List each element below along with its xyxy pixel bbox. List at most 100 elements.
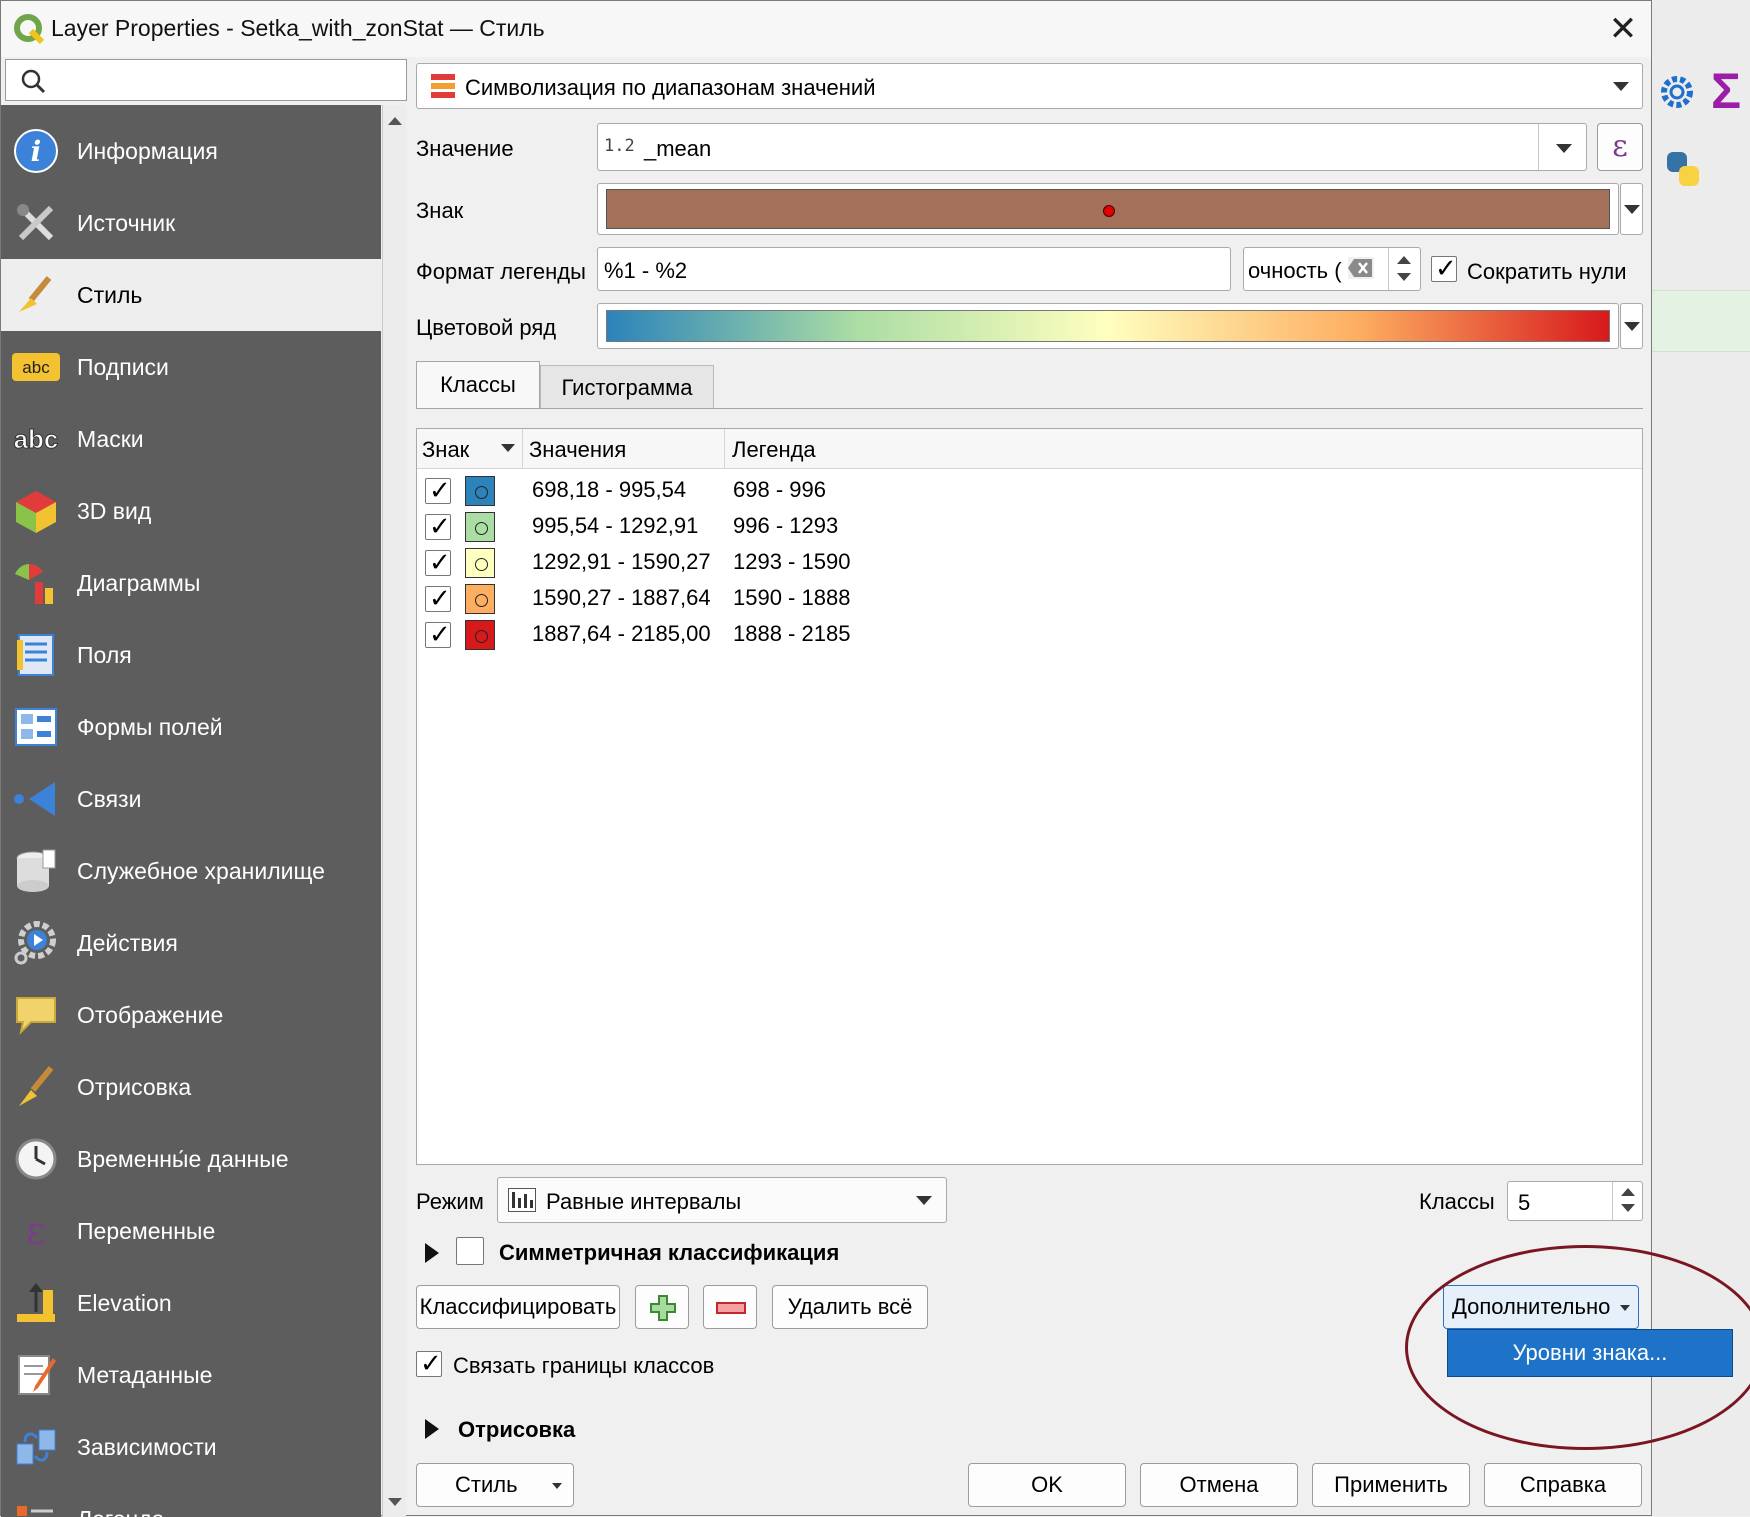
symbol-button[interactable] xyxy=(597,183,1619,235)
sidebar-item-label: Действия xyxy=(77,930,178,957)
table-row[interactable]: 698,18 - 995,54 698 - 996 xyxy=(417,473,1642,509)
class-values-cell[interactable]: 1590,27 - 1887,64 xyxy=(532,585,711,611)
scroll-down-icon[interactable] xyxy=(388,1498,402,1506)
rendering-section-label[interactable]: Отрисовка xyxy=(458,1417,575,1443)
sidebar-item-legend[interactable]: Легенда xyxy=(1,1483,381,1517)
sidebar-item-elevation[interactable]: Elevation xyxy=(1,1267,381,1339)
column-header-symbol[interactable]: Знак xyxy=(422,437,469,463)
class-values-cell[interactable]: 995,54 - 1292,91 xyxy=(532,513,698,539)
precision-spinbox[interactable]: очность ( xyxy=(1243,247,1421,291)
add-class-button[interactable] xyxy=(635,1285,689,1329)
sidebar-item-3d-view[interactable]: 3D вид xyxy=(1,475,381,547)
class-legend-cell[interactable]: 996 - 1293 xyxy=(733,513,838,539)
symbol-color-swatch xyxy=(606,189,1610,229)
class-symbol-swatch[interactable] xyxy=(465,548,495,578)
class-visibility-checkbox[interactable] xyxy=(425,514,451,540)
ok-button[interactable]: OK xyxy=(968,1463,1126,1507)
link-class-bounds-checkbox[interactable] xyxy=(416,1351,442,1377)
renderer-type-combo[interactable]: Символизация по диапазонам значений xyxy=(416,63,1643,109)
title-bar: Layer Properties - Setka_with_zonStat — … xyxy=(1,1,1651,57)
legend-format-input[interactable]: %1 - %2 xyxy=(597,247,1231,291)
style-menu-button[interactable]: Стиль xyxy=(416,1463,574,1507)
sidebar-item-diagrams[interactable]: Диаграммы xyxy=(1,547,381,619)
point-marker-icon xyxy=(475,486,488,499)
close-icon[interactable]: ✕ xyxy=(1603,9,1643,49)
sidebar-item-dependencies[interactable]: Зависимости xyxy=(1,1411,381,1483)
expression-button[interactable]: ε xyxy=(1597,123,1643,171)
symmetric-classification-checkbox[interactable] xyxy=(456,1237,484,1265)
expand-arrow-icon[interactable] xyxy=(425,1419,439,1439)
clear-field-icon[interactable] xyxy=(1348,257,1374,279)
metadata-icon xyxy=(11,1350,61,1400)
class-visibility-checkbox[interactable] xyxy=(425,586,451,612)
trim-zeros-checkbox[interactable] xyxy=(1431,256,1457,282)
sidebar-item-actions[interactable]: Действия xyxy=(1,907,381,979)
sigma-icon[interactable]: Σ xyxy=(1711,62,1741,120)
symbol-menu-button[interactable] xyxy=(1620,183,1643,235)
class-visibility-checkbox[interactable] xyxy=(425,478,451,504)
python-icon[interactable] xyxy=(1661,148,1705,192)
table-row[interactable]: 1590,27 - 1887,64 1590 - 1888 xyxy=(417,581,1642,617)
column-header-values[interactable]: Значения xyxy=(529,437,626,463)
class-symbol-swatch[interactable] xyxy=(465,584,495,614)
gear-icon[interactable] xyxy=(1655,70,1699,114)
delete-all-button[interactable]: Удалить всё xyxy=(772,1285,928,1329)
class-values-cell[interactable]: 698,18 - 995,54 xyxy=(532,477,686,503)
spin-down-icon[interactable] xyxy=(1397,273,1411,281)
sidebar-item-label: Источник xyxy=(77,210,175,237)
tab-classes[interactable]: Классы xyxy=(416,361,540,409)
class-legend-cell[interactable]: 1590 - 1888 xyxy=(733,585,850,611)
sidebar-item-display[interactable]: Отображение xyxy=(1,979,381,1051)
class-symbol-swatch[interactable] xyxy=(465,620,495,650)
sidebar-item-labels[interactable]: abc Подписи xyxy=(1,331,381,403)
sidebar-item-fields[interactable]: Поля xyxy=(1,619,381,691)
class-values-cell[interactable]: 1292,91 - 1590,27 xyxy=(532,549,711,575)
expand-arrow-icon[interactable] xyxy=(425,1243,439,1263)
sidebar-item-information[interactable]: i Информация xyxy=(1,115,381,187)
sidebar-item-joins[interactable]: Связи xyxy=(1,763,381,835)
value-field-combo[interactable]: 1.2 _mean xyxy=(597,123,1587,171)
sidebar-item-source[interactable]: Источник xyxy=(1,187,381,259)
class-legend-cell[interactable]: 1293 - 1590 xyxy=(733,549,850,575)
color-ramp-menu-button[interactable] xyxy=(1620,303,1643,349)
help-button[interactable]: Справка xyxy=(1484,1463,1642,1507)
class-symbol-swatch[interactable] xyxy=(465,512,495,542)
remove-class-button[interactable] xyxy=(703,1285,757,1329)
table-row[interactable]: 1887,64 - 2185,00 1888 - 2185 xyxy=(417,617,1642,653)
search-input[interactable] xyxy=(5,59,407,101)
sidebar: i Информация Источник Стиль abc Подписи … xyxy=(1,105,381,1517)
class-legend-cell[interactable]: 698 - 996 xyxy=(733,477,826,503)
sidebar-scrollbar[interactable] xyxy=(382,105,406,1517)
mode-combo[interactable]: Равные интервалы xyxy=(497,1177,947,1223)
spin-up-icon[interactable] xyxy=(1621,1188,1635,1196)
cancel-button[interactable]: Отмена xyxy=(1140,1463,1298,1507)
sidebar-item-style[interactable]: Стиль xyxy=(1,259,381,331)
sidebar-item-temporal[interactable]: Временны́е данные xyxy=(1,1123,381,1195)
sidebar-item-masks[interactable]: abc Маски xyxy=(1,403,381,475)
class-values-cell[interactable]: 1887,64 - 2185,00 xyxy=(532,621,711,647)
sidebar-item-variables[interactable]: ε Переменные xyxy=(1,1195,381,1267)
class-visibility-checkbox[interactable] xyxy=(425,550,451,576)
classes-table[interactable]: Знак Значения Легенда 698,18 - 995,54698… xyxy=(416,428,1643,1165)
classes-count-spinbox[interactable]: 5 xyxy=(1507,1181,1643,1221)
sidebar-item-attribute-form[interactable]: Формы полей xyxy=(1,691,381,763)
spin-down-icon[interactable] xyxy=(1621,1204,1635,1212)
class-visibility-checkbox[interactable] xyxy=(425,622,451,648)
sidebar-item-auxiliary-storage[interactable]: Служебное хранилище xyxy=(1,835,381,907)
tab-histogram[interactable]: Гистограмма xyxy=(540,365,714,409)
apply-button[interactable]: Применить xyxy=(1312,1463,1470,1507)
sidebar-item-rendering[interactable]: Отрисовка xyxy=(1,1051,381,1123)
color-ramp-button[interactable] xyxy=(597,303,1619,349)
classify-button[interactable]: Классифицировать xyxy=(416,1285,620,1329)
point-marker-icon xyxy=(1103,205,1115,217)
class-symbol-swatch[interactable] xyxy=(465,476,495,506)
column-header-legend[interactable]: Легенда xyxy=(732,437,816,463)
table-row[interactable]: 995,54 - 1292,91 996 - 1293 xyxy=(417,509,1642,545)
spin-up-icon[interactable] xyxy=(1397,256,1411,264)
sidebar-item-metadata[interactable]: Метаданные xyxy=(1,1339,381,1411)
scroll-up-icon[interactable] xyxy=(388,117,402,125)
sidebar-item-label: Служебное хранилище xyxy=(77,858,325,885)
svg-text:abc: abc xyxy=(14,424,59,454)
table-row[interactable]: 1292,91 - 1590,27 1293 - 1590 xyxy=(417,545,1642,581)
class-legend-cell[interactable]: 1888 - 2185 xyxy=(733,621,850,647)
